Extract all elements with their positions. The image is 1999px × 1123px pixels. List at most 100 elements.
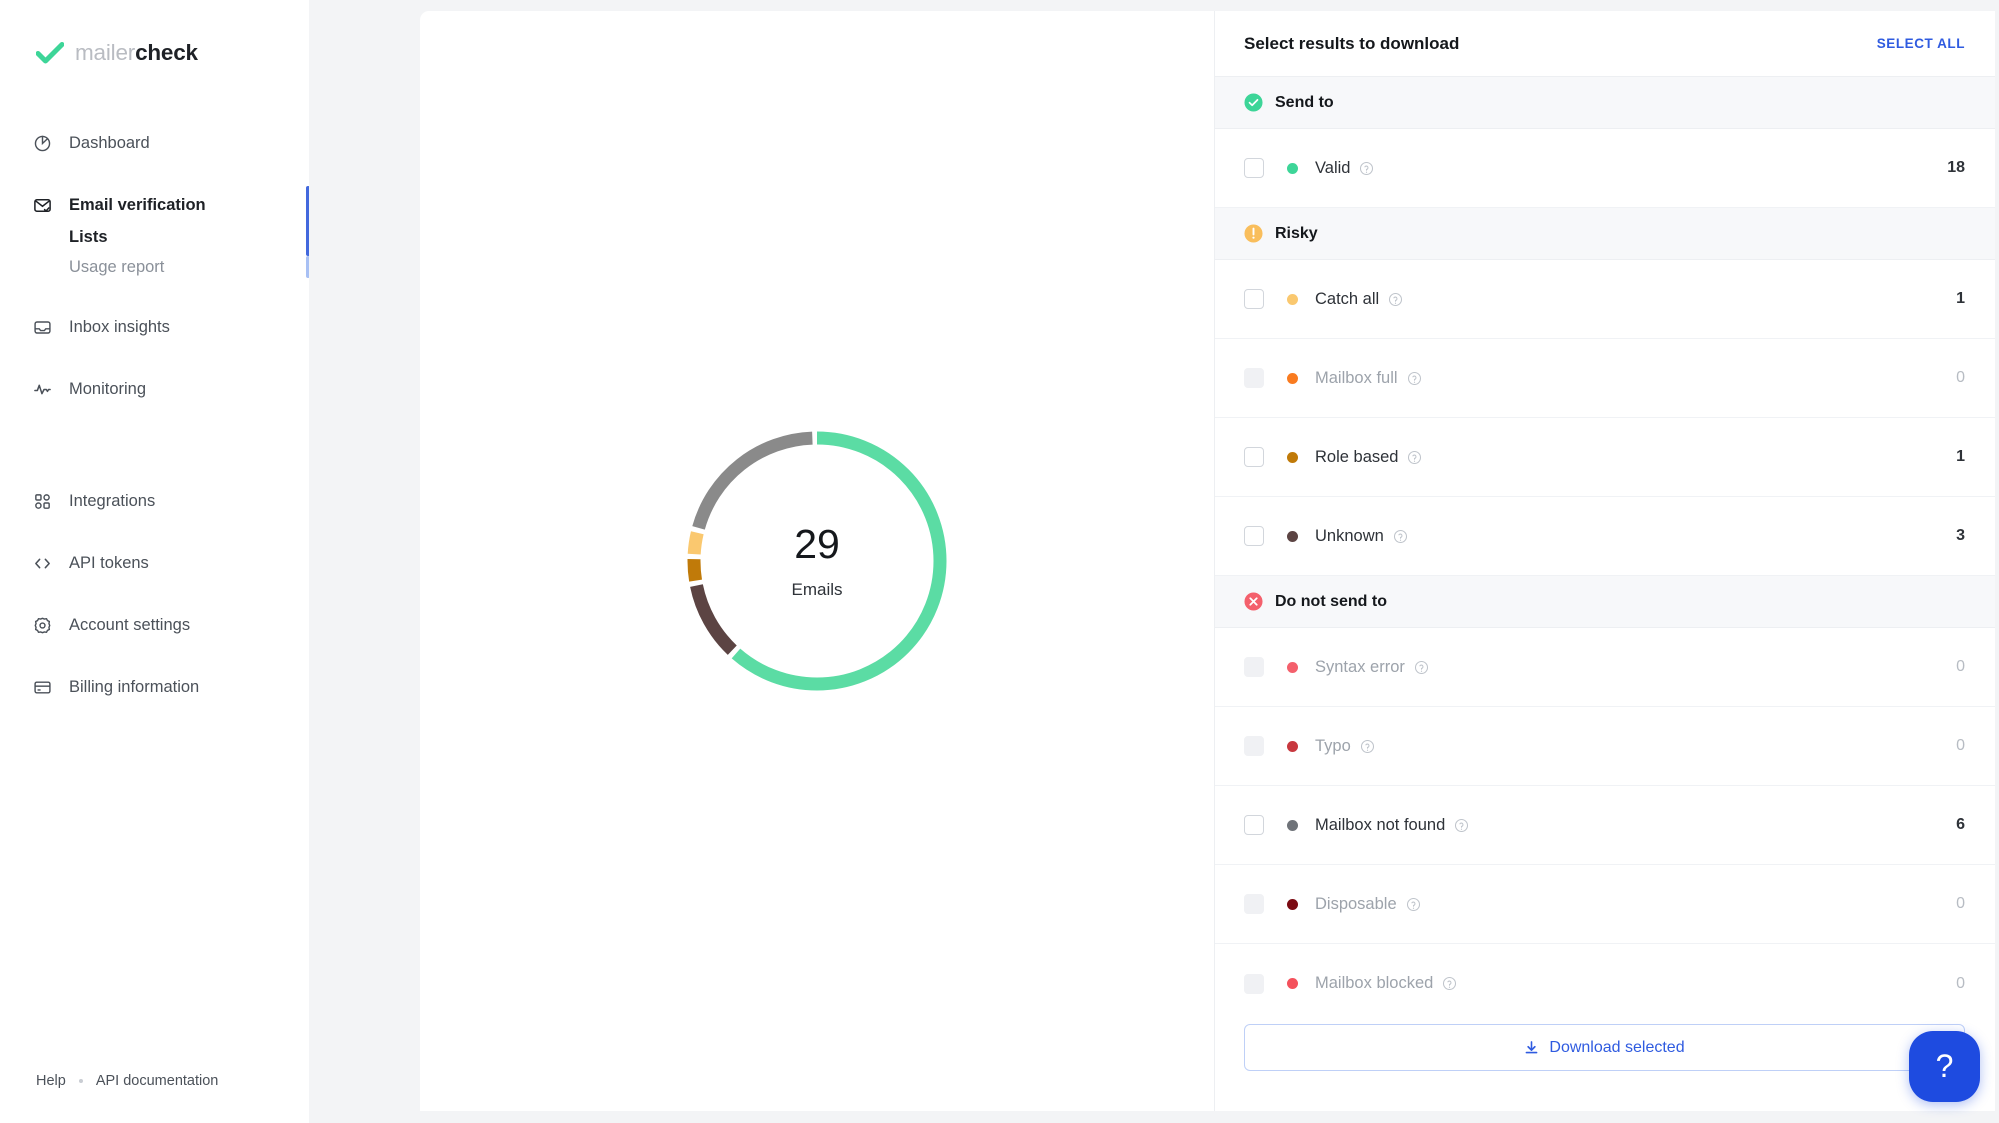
result-row-label: Syntax error [1315, 657, 1405, 676]
result-row-disposable: Disposable 0 [1215, 865, 1995, 944]
footer-separator-dot [78, 1079, 83, 1083]
results-list: Send to Valid 18 Risky Catch all 1 Mailbox ful… [1215, 77, 1995, 1002]
result-row-label: Unknown [1315, 526, 1384, 545]
select-all-button[interactable]: SELECT ALL [1877, 36, 1965, 51]
question-circle-icon[interactable] [1442, 976, 1457, 991]
status-dot-mailbox-full [1287, 372, 1298, 384]
status-dot-role-based [1287, 451, 1298, 463]
results-group-title: Do not send to [1275, 592, 1387, 610]
api-documentation-link[interactable]: API documentation [96, 1073, 219, 1089]
result-row-label: Mailbox blocked [1315, 974, 1434, 992]
exclamation-circle-icon [1244, 224, 1263, 243]
chart-pane: 29 Emails [420, 11, 1215, 1111]
result-row-mailbox-not-found[interactable]: Mailbox not found 6 [1215, 786, 1995, 865]
sidebar: mailercheck Dashboard Email verification… [0, 0, 309, 1123]
question-circle-icon[interactable] [1359, 161, 1374, 176]
result-row-valid[interactable]: Valid 18 [1215, 129, 1995, 208]
brand-name-bold: check [135, 40, 198, 65]
active-nav-indicator [306, 186, 309, 256]
result-row-unknown[interactable]: Unknown 3 [1215, 497, 1995, 576]
sidebar-item-api-tokens[interactable]: API tokens [0, 546, 309, 580]
result-checkbox-typo [1244, 736, 1264, 756]
status-dot-typo [1287, 740, 1298, 752]
gear-icon [32, 615, 53, 636]
result-row-role-based[interactable]: Role based 1 [1215, 418, 1995, 497]
sidebar-item-email-verification[interactable]: Email verification [0, 188, 309, 222]
status-dot-valid [1287, 162, 1298, 174]
help-fab-button[interactable]: ? [1909, 1031, 1980, 1102]
result-row-count: 0 [1956, 974, 1965, 992]
code-brackets-icon [32, 553, 53, 574]
question-circle-icon[interactable] [1388, 292, 1403, 307]
email-results-donut-chart: 29 Emails [652, 396, 982, 726]
sidebar-item-label: Account settings [69, 615, 191, 634]
results-group-header-do-not-send-to: Do not send to [1215, 576, 1995, 628]
result-checkbox-catch-all[interactable] [1244, 289, 1264, 309]
check-circle-icon [1244, 93, 1263, 112]
donut-total-label: Emails [791, 580, 843, 599]
results-group-title: Risky [1275, 224, 1318, 242]
status-dot-disposable [1287, 898, 1298, 910]
sidebar-item-monitoring[interactable]: Monitoring [0, 372, 309, 406]
result-checkbox-role-based[interactable] [1244, 447, 1264, 467]
result-checkbox-mailbox-not-found[interactable] [1244, 815, 1264, 835]
download-selected-button[interactable]: Download selected [1244, 1024, 1965, 1071]
results-panel: Select results to download SELECT ALL Se… [1215, 11, 1995, 1111]
brand-name: mailercheck [75, 40, 198, 66]
sidebar-item-label: Billing information [69, 677, 200, 696]
question-mark-icon: ? [1935, 1048, 1954, 1084]
sidebar-subitem-lists[interactable]: Lists [69, 222, 309, 252]
question-circle-icon[interactable] [1407, 450, 1422, 465]
status-dot-syntax-error [1287, 661, 1298, 673]
brand-name-light: mailer [75, 40, 136, 65]
result-row-typo: Typo 0 [1215, 707, 1995, 786]
result-row-catch-all[interactable]: Catch all 1 [1215, 260, 1995, 339]
question-circle-icon[interactable] [1407, 371, 1422, 386]
result-row-label: Typo [1315, 736, 1351, 755]
sidebar-footer: Help API documentation [36, 1073, 218, 1089]
credit-card-icon [32, 677, 53, 698]
result-checkbox-mailbox-blocked [1244, 973, 1264, 994]
result-row-count: 0 [1956, 737, 1965, 754]
download-icon [1526, 1041, 1538, 1054]
question-circle-icon[interactable] [1360, 739, 1375, 754]
sidebar-subitem-label: Lists [69, 227, 108, 246]
question-circle-icon[interactable] [1454, 818, 1469, 833]
help-link[interactable]: Help [36, 1073, 66, 1089]
result-row-count: 0 [1956, 658, 1965, 675]
sidebar-item-label: Email verification [69, 195, 206, 214]
activity-pulse-icon [32, 379, 53, 400]
result-row-label: Mailbox not found [1315, 815, 1446, 834]
sidebar-item-dashboard[interactable]: Dashboard [0, 126, 309, 160]
results-panel-header: Select results to download SELECT ALL [1215, 11, 1995, 77]
result-row-count: 1 [1956, 290, 1965, 307]
sidebar-item-billing-information[interactable]: Billing information [0, 670, 309, 704]
donut-total-value: 29 [794, 521, 840, 567]
donut-center-labels: 29 Emails [652, 396, 982, 726]
question-circle-icon[interactable] [1414, 660, 1429, 675]
results-group-header-send-to: Send to [1215, 77, 1995, 129]
result-checkbox-unknown[interactable] [1244, 526, 1264, 546]
result-checkbox-valid[interactable] [1244, 158, 1264, 178]
status-dot-catch-all [1287, 293, 1298, 305]
grid-squares-icon [32, 491, 53, 512]
inbox-icon [32, 317, 53, 338]
question-circle-icon[interactable] [1393, 529, 1408, 544]
sidebar-subitem-usage-report[interactable]: Usage report [69, 252, 309, 282]
sidebar-item-account-settings[interactable]: Account settings [0, 608, 309, 642]
status-dot-mailbox-blocked [1287, 978, 1298, 989]
sidebar-item-inbox-insights[interactable]: Inbox insights [0, 310, 309, 344]
sidebar-item-integrations[interactable]: Integrations [0, 484, 309, 518]
sidebar-subitem-label: Usage report [69, 257, 165, 276]
result-row-count: 0 [1956, 369, 1965, 386]
result-row-mailbox-blocked: Mailbox blocked 0 [1215, 944, 1995, 1002]
result-row-label: Mailbox full [1315, 368, 1398, 387]
result-row-count: 6 [1956, 816, 1965, 833]
sidebar-item-label: Integrations [69, 491, 156, 510]
brand-logo[interactable]: mailercheck [36, 38, 198, 68]
question-circle-icon[interactable] [1406, 897, 1421, 912]
sidebar-item-label: Inbox insights [69, 317, 170, 336]
download-selected-label: Download selected [1549, 1038, 1685, 1056]
